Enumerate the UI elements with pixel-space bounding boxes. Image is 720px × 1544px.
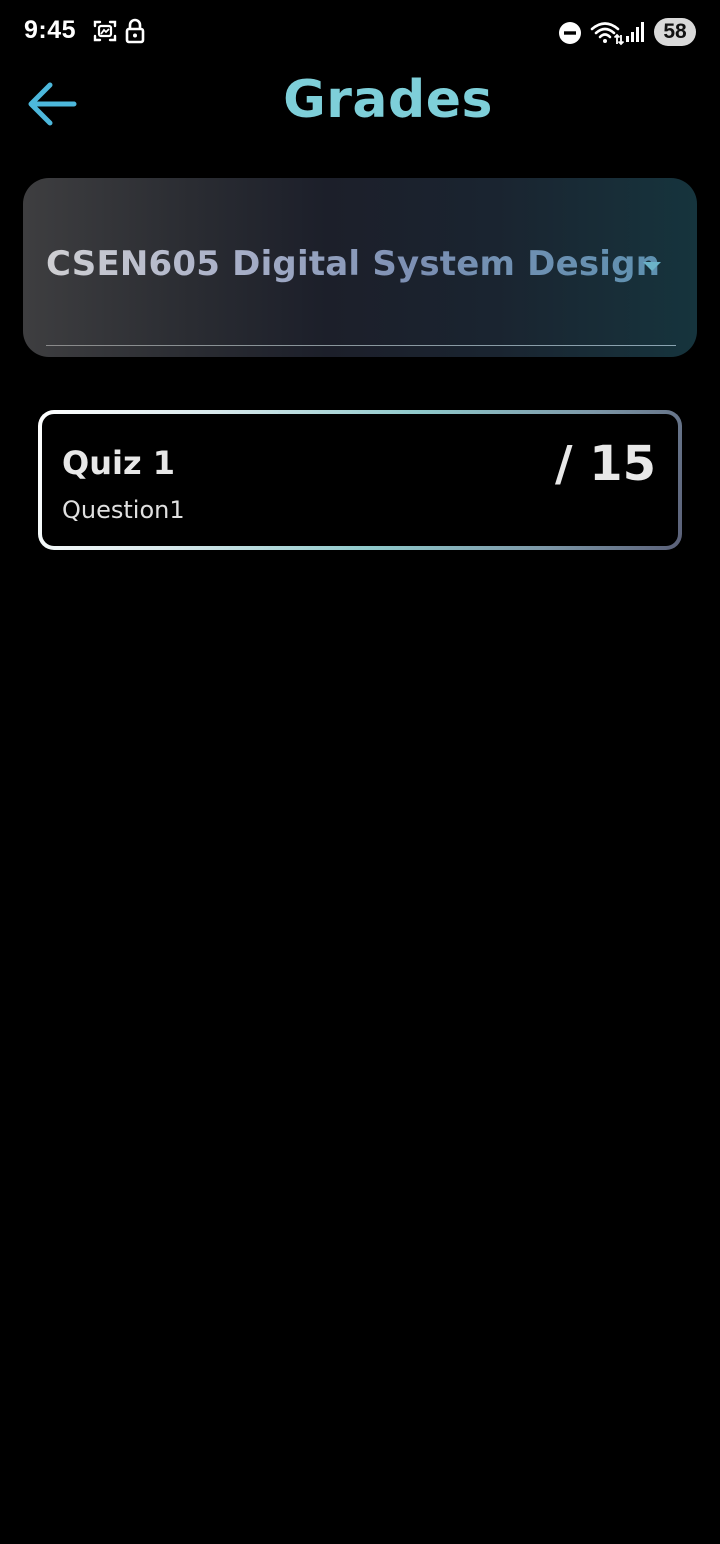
course-dropdown-value: CSEN605 Digital System Design (46, 244, 661, 284)
grade-card-body: Quiz 1 Question1 / 15 (42, 414, 678, 546)
status-bar: 9:45 58 (0, 0, 720, 64)
page-title: Grades (283, 70, 493, 130)
dropdown-arrow-icon (643, 262, 661, 271)
battery-indicator: 58 (654, 18, 696, 46)
do-not-disturb-icon (558, 21, 582, 50)
screenshot-icon (92, 18, 118, 49)
grades-screen: 9:45 58 Grades CSEN605 Digital System De… (0, 0, 720, 1544)
dropdown-underline (46, 345, 676, 346)
grade-card-title: Quiz 1 (62, 444, 175, 482)
grade-card-subtitle: Question1 (62, 496, 185, 524)
lock-icon (124, 18, 146, 49)
wifi-icon (590, 20, 625, 51)
grade-card-score: / 15 (554, 436, 656, 492)
status-time: 9:45 (24, 16, 77, 44)
signal-icon (626, 22, 644, 49)
course-dropdown[interactable]: CSEN605 Digital System Design (23, 178, 697, 357)
grade-card[interactable]: Quiz 1 Question1 / 15 (38, 410, 682, 550)
